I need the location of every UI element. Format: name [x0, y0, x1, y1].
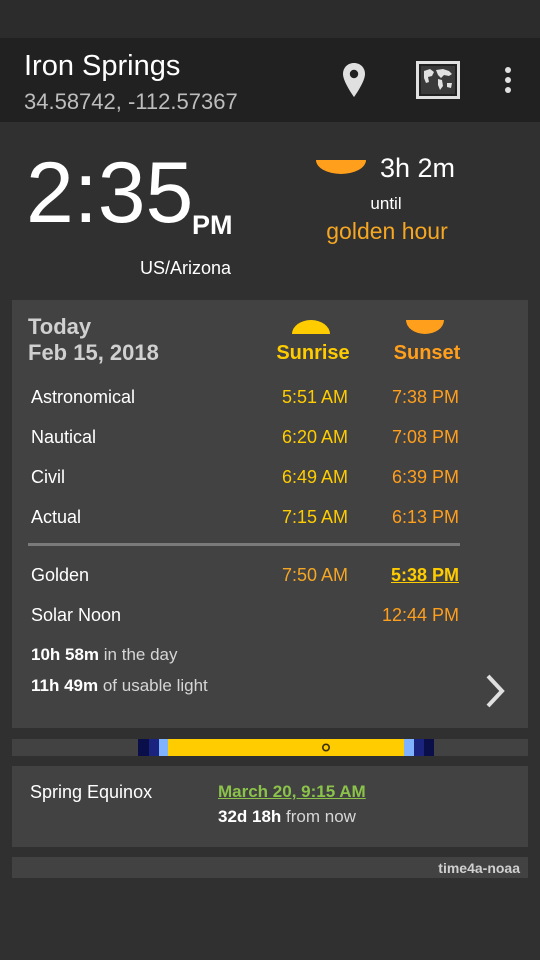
overflow-menu-button[interactable]: [488, 58, 528, 102]
today-label: Today: [28, 314, 92, 339]
countdown-duration: 3h 2m: [380, 153, 456, 183]
clock-ampm: PM: [192, 210, 233, 240]
equinox-relative: 32d 18h from now: [218, 807, 356, 827]
usable-light-value: 11h 49m: [31, 676, 99, 695]
row-label-solar-noon: Solar Noon: [31, 605, 122, 625]
day-length-text: in the day: [103, 645, 178, 664]
light-map-bar[interactable]: [138, 739, 434, 756]
status-bar: [0, 0, 540, 38]
nautical-sunrise: 6:20 AM: [281, 427, 348, 447]
usable-light: 11h 49m of usable light: [31, 676, 208, 696]
data-source-label: time4a-noaa: [438, 860, 520, 876]
actual-sunrise: 7:15 AM: [281, 507, 348, 527]
clock-time: 2:35: [26, 145, 194, 241]
astronomical-sunrise: 5:51 AM: [281, 387, 348, 407]
countdown-until: until: [370, 194, 402, 213]
equinox-date-link[interactable]: March 20, 9:15 AM: [218, 782, 366, 802]
astronomical-sunset: 7:38 PM: [391, 387, 459, 407]
chevron-right-icon[interactable]: [478, 670, 514, 712]
sunset-icon: [406, 320, 444, 334]
sunrise-icon: [292, 320, 330, 334]
world-map-button[interactable]: [412, 58, 464, 102]
golden-sunset-link[interactable]: 5:38 PM: [360, 565, 459, 586]
timezone-label[interactable]: US/Arizona: [140, 258, 231, 279]
golden-sunrise: 7:50 AM: [281, 565, 348, 585]
civil-sunrise: 6:49 AM: [281, 467, 348, 487]
overflow-menu-icon: [505, 67, 511, 93]
equinox-relative-value: 32d 18h: [218, 807, 282, 826]
divider: [28, 543, 460, 546]
sunrise-header: Sunrise: [276, 342, 350, 364]
equinox-name: Spring Equinox: [30, 782, 153, 802]
location-pin-icon: [343, 63, 365, 97]
location-pin-button[interactable]: [334, 58, 374, 102]
row-label-civil: Civil: [31, 467, 65, 487]
row-label-astronomical: Astronomical: [31, 387, 136, 407]
location-coordinates: 34.58742, -112.57367: [24, 89, 238, 114]
day-length-value: 10h 58m: [31, 645, 100, 664]
equinox-relative-text: from now: [286, 807, 356, 826]
countdown-event[interactable]: golden hour: [300, 218, 474, 245]
row-label-golden: Golden: [31, 565, 90, 585]
civil-sunset: 6:39 PM: [391, 467, 459, 487]
row-label-actual: Actual: [31, 507, 82, 527]
world-map-icon: [416, 61, 460, 99]
sun-setting-icon: [316, 160, 366, 174]
sunset-header: Sunset: [393, 342, 461, 364]
day-length: 10h 58m in the day: [31, 645, 178, 665]
usable-light-text: of usable light: [102, 676, 208, 695]
actual-sunset: 6:13 PM: [391, 507, 459, 527]
row-label-nautical: Nautical: [31, 427, 97, 447]
nautical-sunset: 7:08 PM: [391, 427, 459, 447]
today-date: Feb 15, 2018: [28, 340, 159, 365]
location-name[interactable]: Iron Springs: [24, 50, 180, 83]
solar-noon-time: 12:44 PM: [381, 605, 459, 625]
